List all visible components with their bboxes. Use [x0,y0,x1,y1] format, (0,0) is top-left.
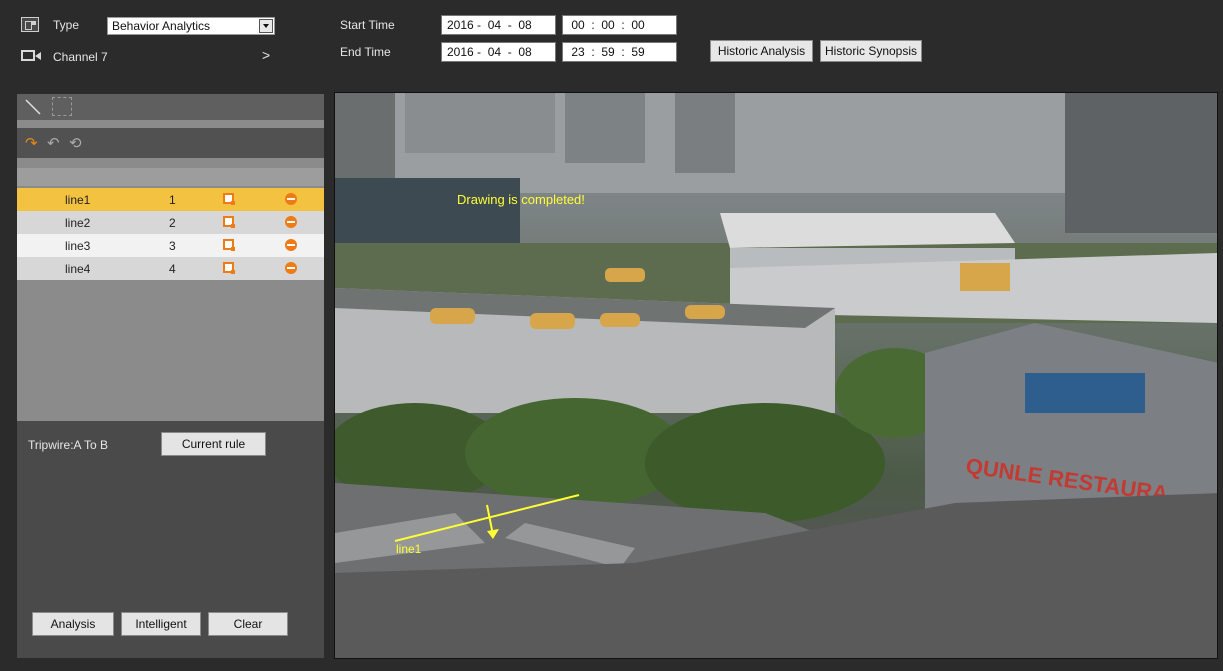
rule-name: line3 [65,239,91,253]
clear-button[interactable]: Clear [208,612,288,636]
rule-list-header [17,168,324,186]
undo-icon[interactable]: ↶ [47,134,60,152]
delete-icon[interactable] [285,262,297,274]
draw-rect-icon[interactable] [52,97,72,116]
video-view[interactable]: QUNLE RESTAURA [334,92,1218,659]
tripwire-line-label: line1 [396,542,422,556]
tripwire-direction-label: Tripwire:A To B [28,438,109,452]
rule-row[interactable]: line2 2 [17,211,324,234]
type-select[interactable]: Behavior Analytics [107,17,275,35]
type-label: Type [53,18,80,32]
channel-expand-arrow[interactable]: > [262,47,270,63]
rule-number: 1 [169,193,176,207]
rule-number: 2 [169,216,176,230]
draw-line-icon[interactable] [23,97,43,117]
delete-icon[interactable] [285,193,297,205]
edit-icon[interactable] [223,193,235,205]
rule-row[interactable]: line3 3 [17,234,324,257]
start-date-field[interactable]: 2016 - 04 - 08 [441,15,556,35]
video-scene: QUNLE RESTAURA [335,93,1217,658]
redo-icon[interactable]: ↷ [25,134,38,152]
type-select-value: Behavior Analytics [112,19,211,33]
rule-number: 3 [169,239,176,253]
rule-row[interactable]: line1 1 [17,188,324,211]
rule-name: line1 [65,193,91,207]
current-rule-button[interactable]: Current rule [161,432,266,456]
edit-icon[interactable] [223,216,235,228]
channel-label-text: Channel [53,50,98,64]
edit-icon[interactable] [223,239,235,251]
start-time-label: Start Time [340,18,395,32]
analysis-button[interactable]: Analysis [32,612,114,636]
channel-label: Channel 7 [53,50,108,64]
toolbar-divider [17,120,324,128]
rule-name: line2 [65,216,91,230]
delete-icon[interactable] [285,216,297,228]
chevron-down-icon[interactable] [259,19,273,33]
end-time-field[interactable]: 23 : 59 : 59 [562,42,677,62]
historic-analysis-button[interactable]: Historic Analysis [710,40,813,62]
edit-icon[interactable] [223,262,235,274]
historic-synopsis-button[interactable]: Historic Synopsis [820,40,922,62]
start-time-field[interactable]: 00 : 00 : 00 [562,15,677,35]
type-icon [21,17,39,32]
rule-number: 4 [169,262,176,276]
delete-icon[interactable] [285,239,297,251]
rule-row[interactable]: line4 4 [17,257,324,280]
intelligent-button[interactable]: Intelligent [121,612,201,636]
end-date-field[interactable]: 2016 - 04 - 08 [441,42,556,62]
camera-icon [21,50,41,61]
rule-name: line4 [65,262,91,276]
rotate-icon[interactable]: ⟲ [69,134,82,152]
drawing-status-text: Drawing is completed! [457,192,585,207]
channel-number: 7 [101,50,108,64]
edit-toolbar [17,128,324,158]
end-time-label: End Time [340,45,391,59]
